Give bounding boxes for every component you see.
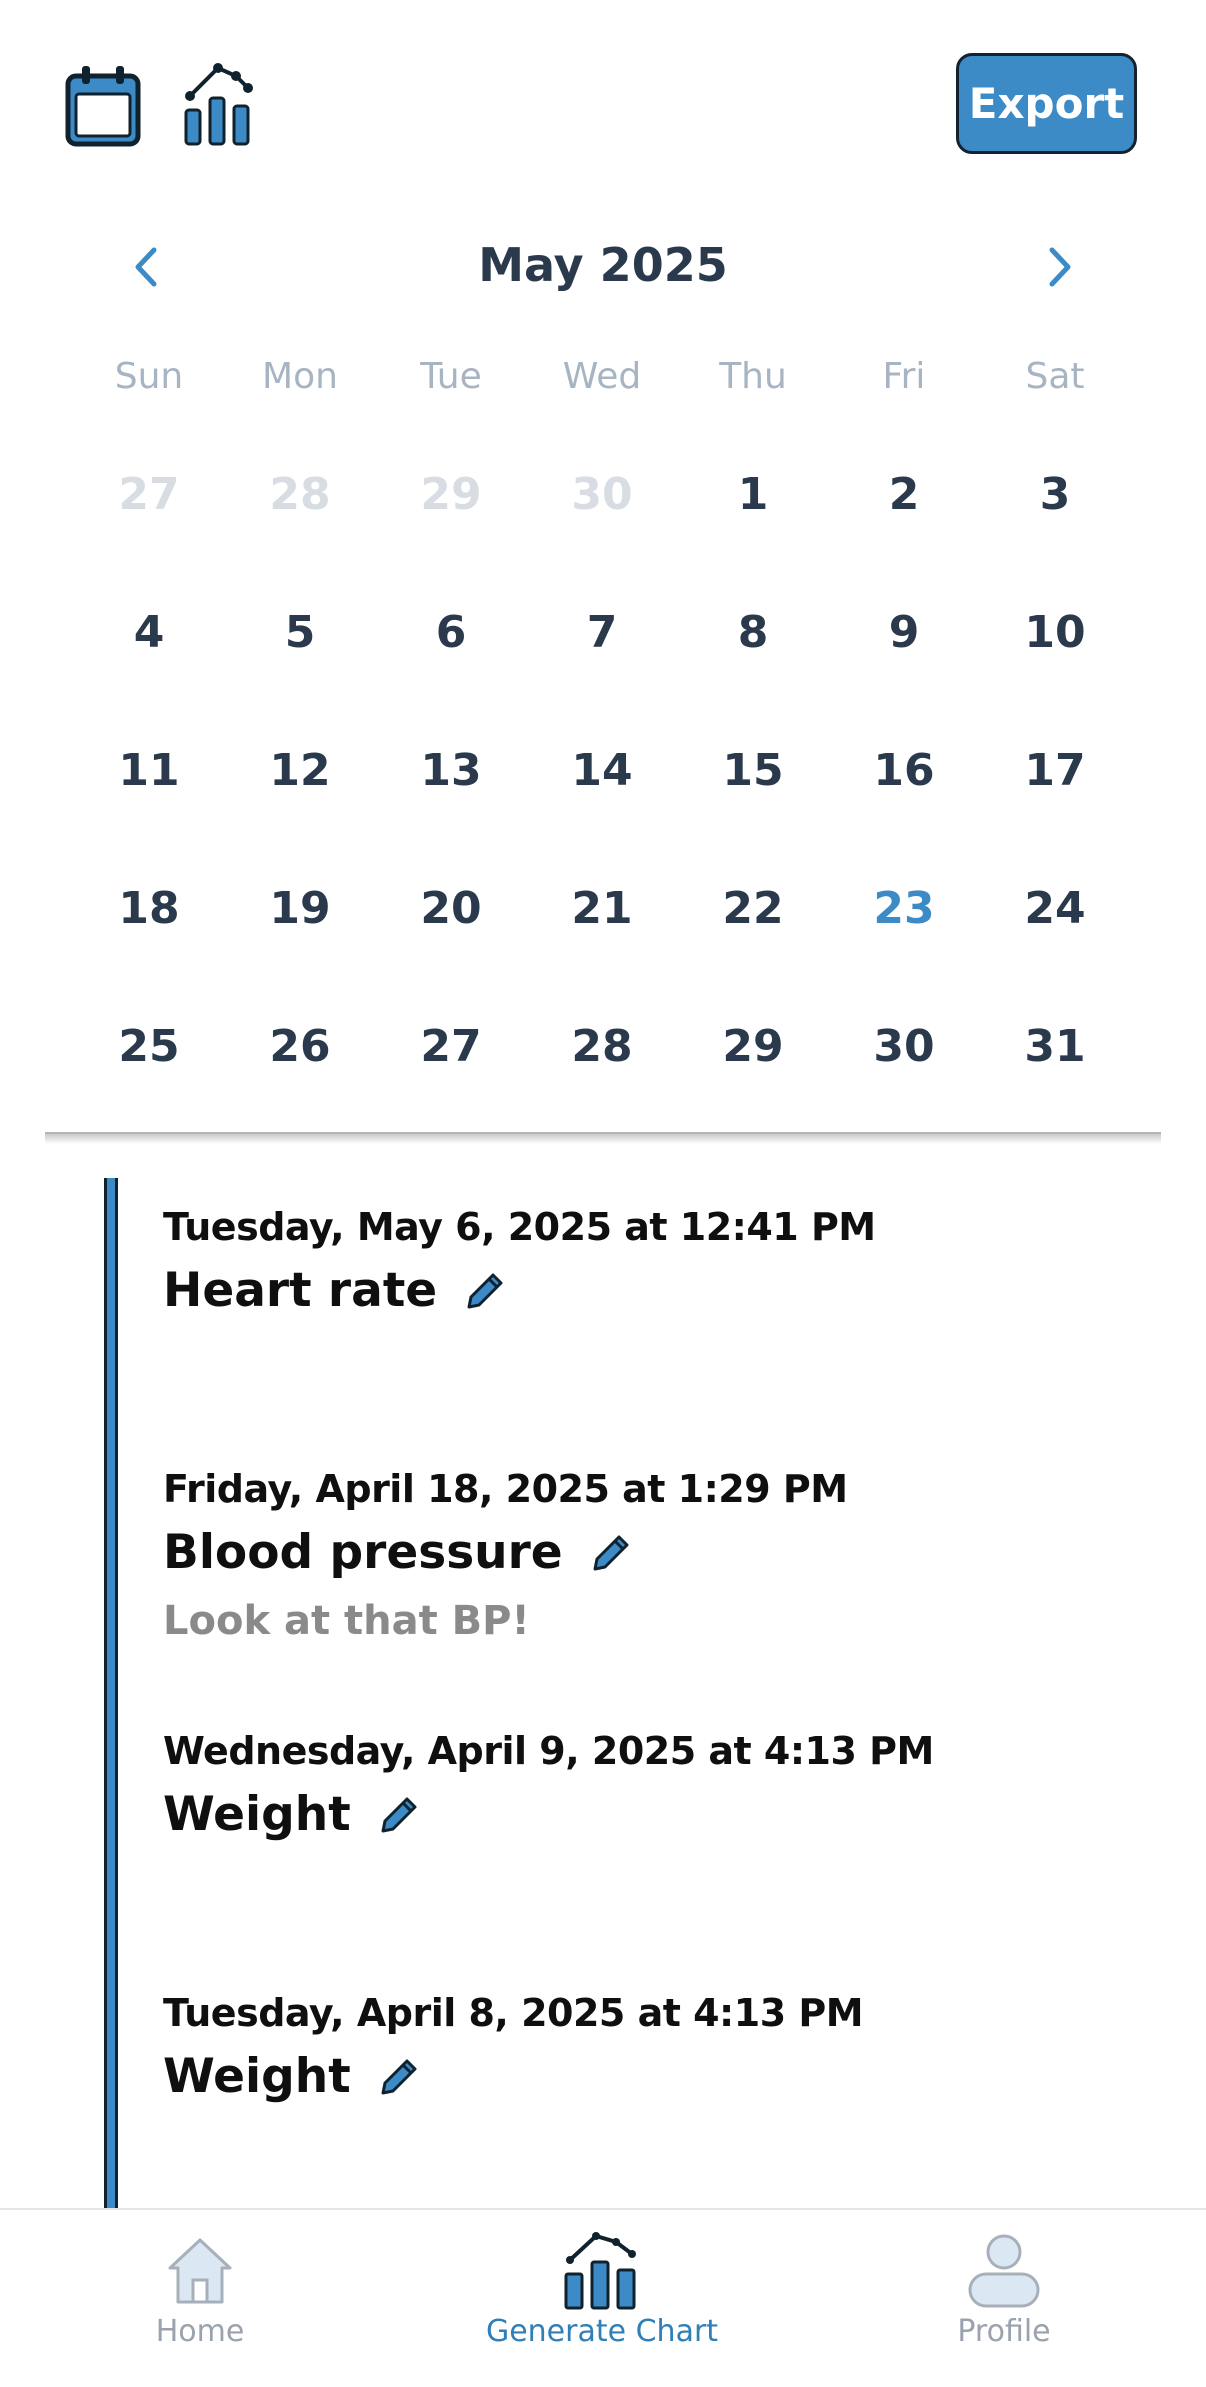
calendar-day[interactable]: 28: [527, 1007, 677, 1087]
weekday-label: Sat: [1025, 356, 1085, 397]
weekday-label: Thu: [719, 356, 787, 397]
timeline-entry[interactable]: Tuesday, May 6, 2025 at 12:41 PM Heart r…: [163, 1205, 1163, 1318]
calendar-day[interactable]: 29: [376, 455, 526, 535]
pencil-icon[interactable]: [587, 1529, 635, 1577]
calendar-day[interactable]: 26: [225, 1007, 375, 1087]
calendar-day[interactable]: 22: [678, 869, 828, 949]
chevron-right-icon: [1049, 247, 1071, 287]
entry-title: Blood pressure: [163, 1525, 563, 1580]
calendar-day[interactable]: 15: [678, 731, 828, 811]
calendar-day[interactable]: 11: [74, 731, 224, 811]
chart-icon: [564, 2232, 636, 2310]
calendar-day[interactable]: 28: [225, 455, 375, 535]
calendar-grid: 27 28 29 30 1 2 3 4 5 6 7 8 9 10 11 12 1…: [0, 455, 1206, 1105]
section-divider: [45, 1132, 1161, 1144]
export-button[interactable]: Export: [956, 53, 1137, 154]
calendar-day[interactable]: 13: [376, 731, 526, 811]
entry-date: Tuesday, April 8, 2025 at 4:13 PM: [163, 1991, 864, 2035]
calendar-day[interactable]: 7: [527, 593, 677, 673]
weekday-label: Wed: [562, 356, 642, 397]
calendar-day[interactable]: 18: [74, 869, 224, 949]
pencil-icon[interactable]: [375, 2053, 423, 2101]
calendar-day[interactable]: 4: [74, 593, 224, 673]
timeline-entry[interactable]: Tuesday, April 8, 2025 at 4:13 PM Weight: [163, 1991, 1163, 2104]
calendar-day[interactable]: 16: [829, 731, 979, 811]
entry-note: Look at that BP!: [163, 1598, 530, 1644]
weekday-label: Mon: [262, 356, 338, 397]
chart-icon[interactable]: [180, 60, 260, 150]
nav-generate-chart-label: Generate Chart: [485, 2314, 719, 2349]
calendar-day[interactable]: 27: [74, 455, 224, 535]
weekday-label: Fri: [882, 356, 926, 397]
calendar-day[interactable]: 25: [74, 1007, 224, 1087]
entry-date: Friday, April 18, 2025 at 1:29 PM: [163, 1467, 848, 1511]
calendar-day-selected[interactable]: 23: [829, 869, 979, 949]
calendar-day[interactable]: 6: [376, 593, 526, 673]
nav-generate-chart[interactable]: Generate Chart: [452, 2230, 752, 2380]
weekday-label: Sun: [114, 356, 184, 397]
home-icon: [168, 2238, 232, 2304]
calendar-day[interactable]: 5: [225, 593, 375, 673]
calendar-day[interactable]: 10: [980, 593, 1130, 673]
month-title: May 2025: [478, 238, 728, 292]
calendar-day[interactable]: 9: [829, 593, 979, 673]
nav-profile[interactable]: Profile: [854, 2230, 1154, 2380]
entry-date: Wednesday, April 9, 2025 at 4:13 PM: [163, 1729, 934, 1773]
calendar-day[interactable]: 20: [376, 869, 526, 949]
calendar-day[interactable]: 2: [829, 455, 979, 535]
weekday-header: Sun Mon Tue Wed Thu Fri Sat: [0, 356, 1206, 406]
calendar-day[interactable]: 1: [678, 455, 828, 535]
calendar-day[interactable]: 14: [527, 731, 677, 811]
calendar-day[interactable]: 31: [980, 1007, 1130, 1087]
month-header: May 2025: [0, 222, 1206, 312]
calendar-day[interactable]: 3: [980, 455, 1130, 535]
nav-home[interactable]: Home: [50, 2230, 350, 2380]
entry-date: Tuesday, May 6, 2025 at 12:41 PM: [163, 1205, 876, 1249]
pencil-icon[interactable]: [375, 1791, 423, 1839]
entry-title: Weight: [163, 2049, 351, 2104]
calendar-day[interactable]: 17: [980, 731, 1130, 811]
calendar-day[interactable]: 8: [678, 593, 828, 673]
calendar-day[interactable]: 30: [829, 1007, 979, 1087]
calendar-day[interactable]: 30: [527, 455, 677, 535]
calendar-day[interactable]: 27: [376, 1007, 526, 1087]
pencil-icon[interactable]: [461, 1267, 509, 1315]
timeline-bar: [104, 1178, 118, 2208]
nav-home-label: Home: [155, 2314, 245, 2349]
timeline-entry[interactable]: Wednesday, April 9, 2025 at 4:13 PM Weig…: [163, 1729, 1163, 1842]
bottom-navigation: Home Generate Chart Profile: [0, 2208, 1206, 2387]
entry-title: Weight: [163, 1787, 351, 1842]
entry-title: Heart rate: [163, 1263, 438, 1318]
nav-profile-label: Profile: [957, 2314, 1051, 2349]
next-month-button[interactable]: [1034, 242, 1084, 292]
calendar-day[interactable]: 29: [678, 1007, 828, 1087]
profile-icon: [968, 2234, 1040, 2308]
calendar-day[interactable]: 12: [225, 731, 375, 811]
weekday-label: Tue: [420, 356, 482, 397]
calendar-day[interactable]: 19: [225, 869, 375, 949]
calendar-day[interactable]: 21: [527, 869, 677, 949]
timeline-entry[interactable]: Friday, April 18, 2025 at 1:29 PM Blood …: [163, 1467, 1163, 1644]
top-toolbar: Export: [0, 0, 1206, 200]
calendar-day[interactable]: 24: [980, 869, 1130, 949]
calendar-icon[interactable]: [64, 60, 144, 150]
